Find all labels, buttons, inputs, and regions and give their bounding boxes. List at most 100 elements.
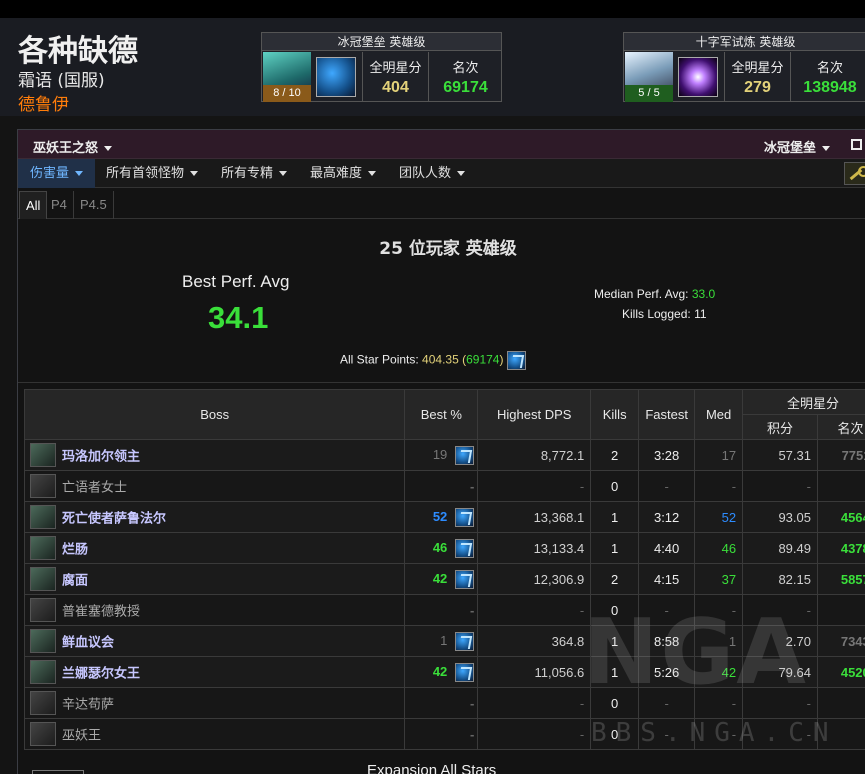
boss-cell[interactable]: 鲜血议会 — [23, 625, 406, 657]
kills-cell: 0 — [590, 718, 640, 750]
asp-label: All Star Points: — [340, 352, 419, 367]
expansion-all-stars-title: Expansion All Stars — [367, 762, 497, 774]
points-value: 404 — [382, 79, 409, 96]
boss-cell[interactable]: 辛达苟萨 — [23, 687, 406, 719]
filter-difficulty[interactable]: 最高难度 — [298, 159, 388, 188]
phase-tab-p4[interactable]: P4 — [45, 191, 74, 219]
chevron-down-icon — [104, 146, 113, 151]
window-square-icon[interactable] — [851, 139, 862, 150]
table-row[interactable]: 亡语者女士--0---- — [23, 470, 865, 502]
median-perf: Median Perf. Avg: 33.0 — [594, 287, 715, 301]
zone-card-icc[interactable]: 冰冠堡垒 英雄级 8 / 10 全明星分 404 名次 69174 — [261, 32, 502, 102]
fastest-cell: 5:26 — [638, 656, 696, 688]
dps-cell: - — [477, 594, 592, 626]
med-cell: 17 — [694, 439, 744, 471]
table-row[interactable]: 烂肠4613,133.414:404689.4943781 — [23, 532, 865, 564]
boss-name[interactable]: 腐面 — [62, 574, 88, 589]
table-row[interactable]: 普崔塞德教授--0---- — [23, 594, 865, 626]
fastest-cell: - — [638, 687, 696, 719]
filter-specs[interactable]: 所有专精 — [209, 159, 299, 188]
col-header-kills[interactable]: Kills — [590, 389, 640, 440]
zone-title: 十字军试炼 英雄级 — [624, 33, 865, 51]
table-row[interactable]: 兰娜瑟尔女王4211,056.615:264279.6445207 — [23, 656, 865, 688]
character-realm: 霜语 (国服) — [18, 71, 105, 91]
table-row[interactable]: 玛洛加尔领主 19 8,772.123:281757.3177511 — [23, 439, 865, 471]
col-header-rank[interactable]: 名次 — [816, 414, 865, 440]
boss-name[interactable]: 普崔塞德教授 — [62, 605, 140, 620]
boss-portrait-icon — [30, 598, 56, 622]
filter-bosses[interactable]: 所有首领怪物 — [94, 159, 210, 188]
col-header-fastest[interactable]: Fastest — [638, 389, 696, 440]
dps-cell: - — [477, 687, 592, 719]
dps-cell: - — [477, 718, 592, 750]
phase-tab-p45[interactable]: P4.5 — [74, 191, 114, 219]
boss-name[interactable]: 兰娜瑟尔女王 — [62, 667, 140, 682]
boss-portrait-icon — [30, 722, 56, 746]
best-value: 52 — [432, 508, 448, 524]
table-row[interactable]: 巫妖王--0---- — [23, 718, 865, 750]
boss-name[interactable]: 辛达苟萨 — [62, 698, 114, 713]
boss-name[interactable]: 烂肠 — [62, 543, 88, 558]
kills-cell: 1 — [590, 532, 640, 564]
boss-name[interactable]: 亡语者女士 — [62, 481, 127, 496]
filter-damage[interactable]: 伤害量 — [18, 159, 96, 188]
boss-cell[interactable]: 死亡使者萨鲁法尔 — [23, 501, 406, 533]
col-header-boss[interactable]: Boss — [23, 389, 406, 440]
zone-image-icon: 8 / 10 — [263, 52, 311, 102]
filter-raid-size[interactable]: 团队人数 — [387, 159, 477, 188]
col-header-points[interactable]: 积分 — [742, 414, 818, 440]
phase-tab-all[interactable]: All — [19, 191, 48, 219]
table-row[interactable]: 辛达苟萨--0---- — [23, 687, 865, 719]
zone-dropdown[interactable]: 冰冠堡垒 — [764, 137, 831, 156]
character-class: 德鲁伊 — [18, 95, 69, 115]
boss-name[interactable]: 死亡使者萨鲁法尔 — [62, 512, 166, 527]
col-header-med[interactable]: Med — [694, 389, 744, 440]
summary-title: 25 位玩家 英雄级 — [379, 239, 517, 259]
kills-cell: 0 — [590, 594, 640, 626]
expansion-dropdown[interactable]: 巫妖王之怒 — [33, 137, 113, 156]
points-cell: - — [742, 594, 818, 626]
boss-cell[interactable]: 亡语者女士 — [23, 470, 406, 502]
boss-portrait-icon — [30, 536, 56, 560]
boss-portrait-icon — [30, 629, 56, 653]
boss-cell[interactable]: 玛洛加尔领主 — [23, 439, 406, 471]
key-icon[interactable] — [844, 162, 865, 185]
expansion-bar: 巫妖王之怒 冰冠堡垒 — [18, 130, 865, 159]
allstar-icon — [455, 538, 475, 558]
points-cell: - — [742, 718, 818, 750]
med-cell: 52 — [694, 501, 744, 533]
boss-cell[interactable]: 烂肠 — [23, 532, 406, 564]
rank-label: 名次 — [816, 61, 843, 76]
best-cell: 19 — [404, 439, 479, 471]
zone-card-toc[interactable]: 十字军试炼 英雄级 5 / 5 全明星分 279 名次 138948 — [623, 32, 865, 102]
kills-cell: 1 — [590, 501, 640, 533]
boss-portrait-icon — [30, 474, 56, 498]
boss-portrait-icon — [30, 660, 56, 684]
points-cell: 82.15 — [742, 563, 818, 595]
boss-cell[interactable]: 普崔塞德教授 — [23, 594, 406, 626]
rank-value: 138948 — [803, 79, 857, 96]
bottom-button[interactable] — [32, 770, 84, 774]
col-header-dps[interactable]: Highest DPS — [477, 389, 592, 440]
kills-value: 11 — [694, 307, 707, 321]
median-label: Median Perf. Avg: — [594, 287, 689, 301]
zone-progress: 5 / 5 — [625, 85, 673, 102]
boss-name[interactable]: 鲜血议会 — [62, 636, 114, 651]
boss-cell[interactable]: 巫妖王 — [23, 718, 406, 750]
boss-cell[interactable]: 兰娜瑟尔女王 — [23, 656, 406, 688]
zone-label: 冰冠堡垒 — [764, 141, 817, 156]
fastest-cell: 4:40 — [638, 532, 696, 564]
boss-name[interactable]: 巫妖王 — [62, 729, 101, 744]
kills-cell: 0 — [590, 687, 640, 719]
boss-name[interactable]: 玛洛加尔领主 — [62, 450, 140, 465]
table-row[interactable]: 腐面 42 12,306.924:153782.1558579 — [23, 563, 865, 595]
boss-cell[interactable]: 腐面 — [23, 563, 406, 595]
table-row[interactable]: 鲜血议会1364.818:5812.7073439 — [23, 625, 865, 657]
zone-progress: 8 / 10 — [263, 85, 311, 102]
boss-portrait-icon — [30, 443, 56, 467]
best-value: - — [469, 602, 475, 618]
best-value: 46 — [432, 539, 448, 555]
best-value: - — [469, 726, 475, 742]
col-header-best[interactable]: Best % — [404, 389, 479, 440]
table-row[interactable]: 死亡使者萨鲁法尔5213,368.113:125293.0545646 — [23, 501, 865, 533]
